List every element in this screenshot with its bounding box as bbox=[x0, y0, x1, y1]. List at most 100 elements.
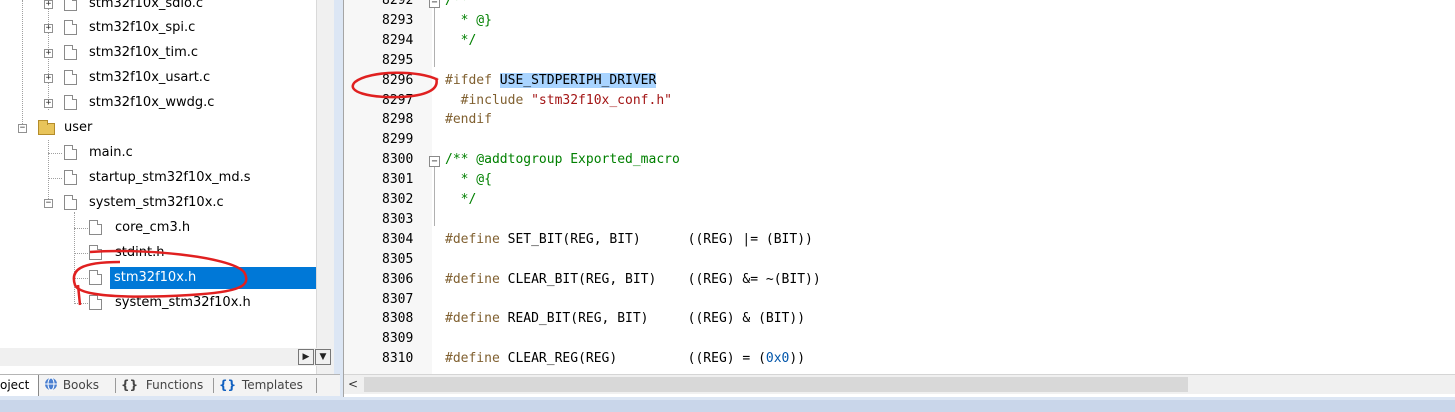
code-line[interactable]: /** @addtogroup Exported_macro bbox=[445, 152, 680, 167]
tree-item-system-h[interactable]: system_stm32f10x.h bbox=[0, 292, 316, 314]
c-file-icon bbox=[64, 45, 77, 60]
tree-item-startup[interactable]: startup_stm32f10x_md.s bbox=[0, 167, 316, 189]
line-number: 8304 bbox=[382, 231, 414, 247]
expand-icon[interactable]: + bbox=[44, 49, 53, 58]
expand-icon[interactable]: + bbox=[44, 24, 53, 33]
project-tabs-bar: oject Books {} Functions {} Templates bbox=[0, 374, 340, 396]
line-number: 8293 bbox=[382, 12, 414, 28]
preprocessor-token: #define bbox=[445, 231, 508, 247]
line-number: 8305 bbox=[382, 251, 414, 267]
h-file-icon bbox=[89, 220, 102, 235]
code-line[interactable]: #define CLEAR_REG(REG) ((REG) = (0x0)) bbox=[445, 351, 805, 366]
expand-icon[interactable]: + bbox=[44, 99, 53, 108]
code-line[interactable]: * @{ bbox=[445, 172, 492, 187]
code-line[interactable]: #ifdef USE_STDPERIPH_DRIVER bbox=[445, 72, 657, 88]
editor-horizontal-scrollbar[interactable]: < bbox=[344, 374, 1455, 394]
status-band bbox=[0, 400, 1455, 412]
code-line[interactable]: */ bbox=[445, 32, 477, 48]
tree-item-label: main.c bbox=[89, 145, 133, 160]
number-token: 0x0 bbox=[765, 351, 790, 367]
folder-open-icon bbox=[38, 120, 55, 135]
line-number: 8303 bbox=[382, 211, 414, 227]
fold-guide bbox=[434, 7, 435, 67]
tab-project[interactable]: oject bbox=[0, 375, 39, 396]
c-file-icon bbox=[64, 95, 77, 110]
tree-item-system-c[interactable]: − system_stm32f10x.c bbox=[0, 192, 316, 214]
expand-icon[interactable]: + bbox=[44, 74, 53, 83]
tree-item-stm32f10x-wwdg[interactable]: + stm32f10x_wwdg.c bbox=[0, 92, 316, 114]
tab-functions[interactable]: {} Functions bbox=[121, 375, 211, 396]
string-token: "stm32f10x_conf.h" bbox=[531, 92, 672, 108]
c-file-icon bbox=[64, 195, 77, 210]
tree-item-stm32f10x-usart[interactable]: + stm32f10x_usart.c bbox=[0, 67, 316, 89]
tree-item-stm32f10x-spi[interactable]: + stm32f10x_spi.c bbox=[0, 17, 316, 39]
line-number: 8298 bbox=[382, 112, 414, 128]
tab-books[interactable]: Books bbox=[43, 375, 113, 396]
scroll-down-icon[interactable]: ▼ bbox=[315, 349, 331, 365]
tree-item-stdint[interactable]: stdint.h bbox=[0, 242, 316, 264]
tree-item-label: system_stm32f10x.c bbox=[89, 195, 224, 210]
line-number: 8292 bbox=[382, 0, 414, 8]
comment-token: */ bbox=[445, 192, 477, 207]
comment-token: /** @addtogroup bbox=[445, 152, 571, 168]
line-number: 8308 bbox=[382, 311, 414, 327]
c-file-icon bbox=[64, 0, 77, 11]
tree-horizontal-scrollbar[interactable]: ▶ ▼ bbox=[0, 348, 334, 366]
comment-token: */ bbox=[445, 32, 477, 48]
fold-toggle-icon[interactable]: − bbox=[429, 156, 440, 168]
line-number: 8297 bbox=[382, 92, 414, 108]
preprocessor-token: #define bbox=[445, 311, 508, 327]
c-file-icon bbox=[64, 145, 77, 160]
code-line[interactable]: #define READ_BIT(REG, BIT) ((REG) & (BIT… bbox=[445, 311, 805, 326]
tree-vertical-scrollbar[interactable] bbox=[316, 0, 334, 374]
line-number: 8309 bbox=[382, 331, 414, 347]
h-file-icon bbox=[89, 270, 102, 285]
scroll-left-icon[interactable]: < bbox=[348, 377, 358, 391]
comment-token: * @} bbox=[445, 12, 492, 28]
code-line[interactable]: #define SET_BIT(REG, BIT) ((REG) |= (BIT… bbox=[445, 232, 813, 247]
collapse-icon[interactable]: − bbox=[18, 124, 27, 133]
tab-label: Templates bbox=[241, 378, 303, 392]
tree-item-stm32f10x-h[interactable]: stm32f10x.h bbox=[0, 267, 316, 289]
code-line[interactable]: * @} bbox=[445, 13, 492, 28]
tab-label: Books bbox=[62, 378, 99, 392]
code-line[interactable]: #include "stm32f10x_conf.h" bbox=[445, 93, 672, 108]
scroll-right-icon[interactable]: ▶ bbox=[298, 349, 314, 365]
line-number: 8302 bbox=[382, 192, 414, 207]
line-number: 8295 bbox=[382, 52, 414, 68]
line-number: 8296 bbox=[382, 72, 414, 88]
functions-icon: {} bbox=[121, 378, 139, 392]
tree-item-label: user bbox=[64, 120, 93, 135]
collapse-icon[interactable]: − bbox=[44, 199, 53, 208]
tree-folder-user[interactable]: − user bbox=[0, 117, 316, 139]
tree-item-label: stdint.h bbox=[115, 245, 165, 260]
comment-token: Exported_macro bbox=[570, 152, 680, 168]
tab-divider bbox=[213, 378, 214, 393]
code-line[interactable]: /** bbox=[445, 0, 468, 8]
tree-item-label: stm32f10x_sdio.c bbox=[89, 0, 204, 11]
code-line[interactable]: #define CLEAR_BIT(REG, BIT) ((REG) &= ~(… bbox=[445, 272, 821, 287]
tree-item-label: core_cm3.h bbox=[115, 220, 191, 235]
code-line[interactable]: #endif bbox=[445, 112, 492, 127]
tree-item-main-c[interactable]: main.c bbox=[0, 142, 316, 164]
code-token: CLEAR_REG(REG) ((REG) = ( bbox=[507, 351, 766, 367]
tree-item-core-cm3[interactable]: core_cm3.h bbox=[0, 217, 316, 239]
code-token: CLEAR_BIT(REG, BIT) ((REG) &= ~(BIT)) bbox=[507, 271, 821, 287]
selected-identifier: USE_STDPERIPH_DRIVER bbox=[499, 72, 657, 88]
fold-guide bbox=[434, 166, 435, 226]
code-editor[interactable]: < 8292−/** 8293 * @} 8294 */8295 8296 #ifdef… bbox=[343, 0, 1455, 397]
tree-item-stm32f10x-tim[interactable]: + stm32f10x_tim.c bbox=[0, 42, 316, 64]
code-line[interactable]: */ bbox=[445, 192, 477, 207]
tree-item-stm32f10x-sdio[interactable]: + stm32f10x_sdio.c bbox=[0, 0, 316, 15]
tab-templates[interactable]: {} Templates bbox=[219, 375, 315, 396]
tree-item-label: stm32f10x_wwdg.c bbox=[89, 95, 215, 110]
preprocessor-token: #define bbox=[445, 271, 508, 287]
expand-icon[interactable]: + bbox=[44, 0, 53, 9]
preprocessor-token: #endif bbox=[445, 112, 492, 128]
fold-toggle-icon[interactable]: − bbox=[429, 0, 440, 8]
templates-icon: {} bbox=[219, 378, 237, 392]
code-token: READ_BIT(REG, BIT) ((REG) & (BIT)) bbox=[507, 311, 806, 327]
scrollbar-thumb[interactable] bbox=[364, 377, 1188, 392]
h-file-icon bbox=[89, 245, 102, 260]
tree-item-label: stm32f10x_tim.c bbox=[89, 45, 199, 60]
